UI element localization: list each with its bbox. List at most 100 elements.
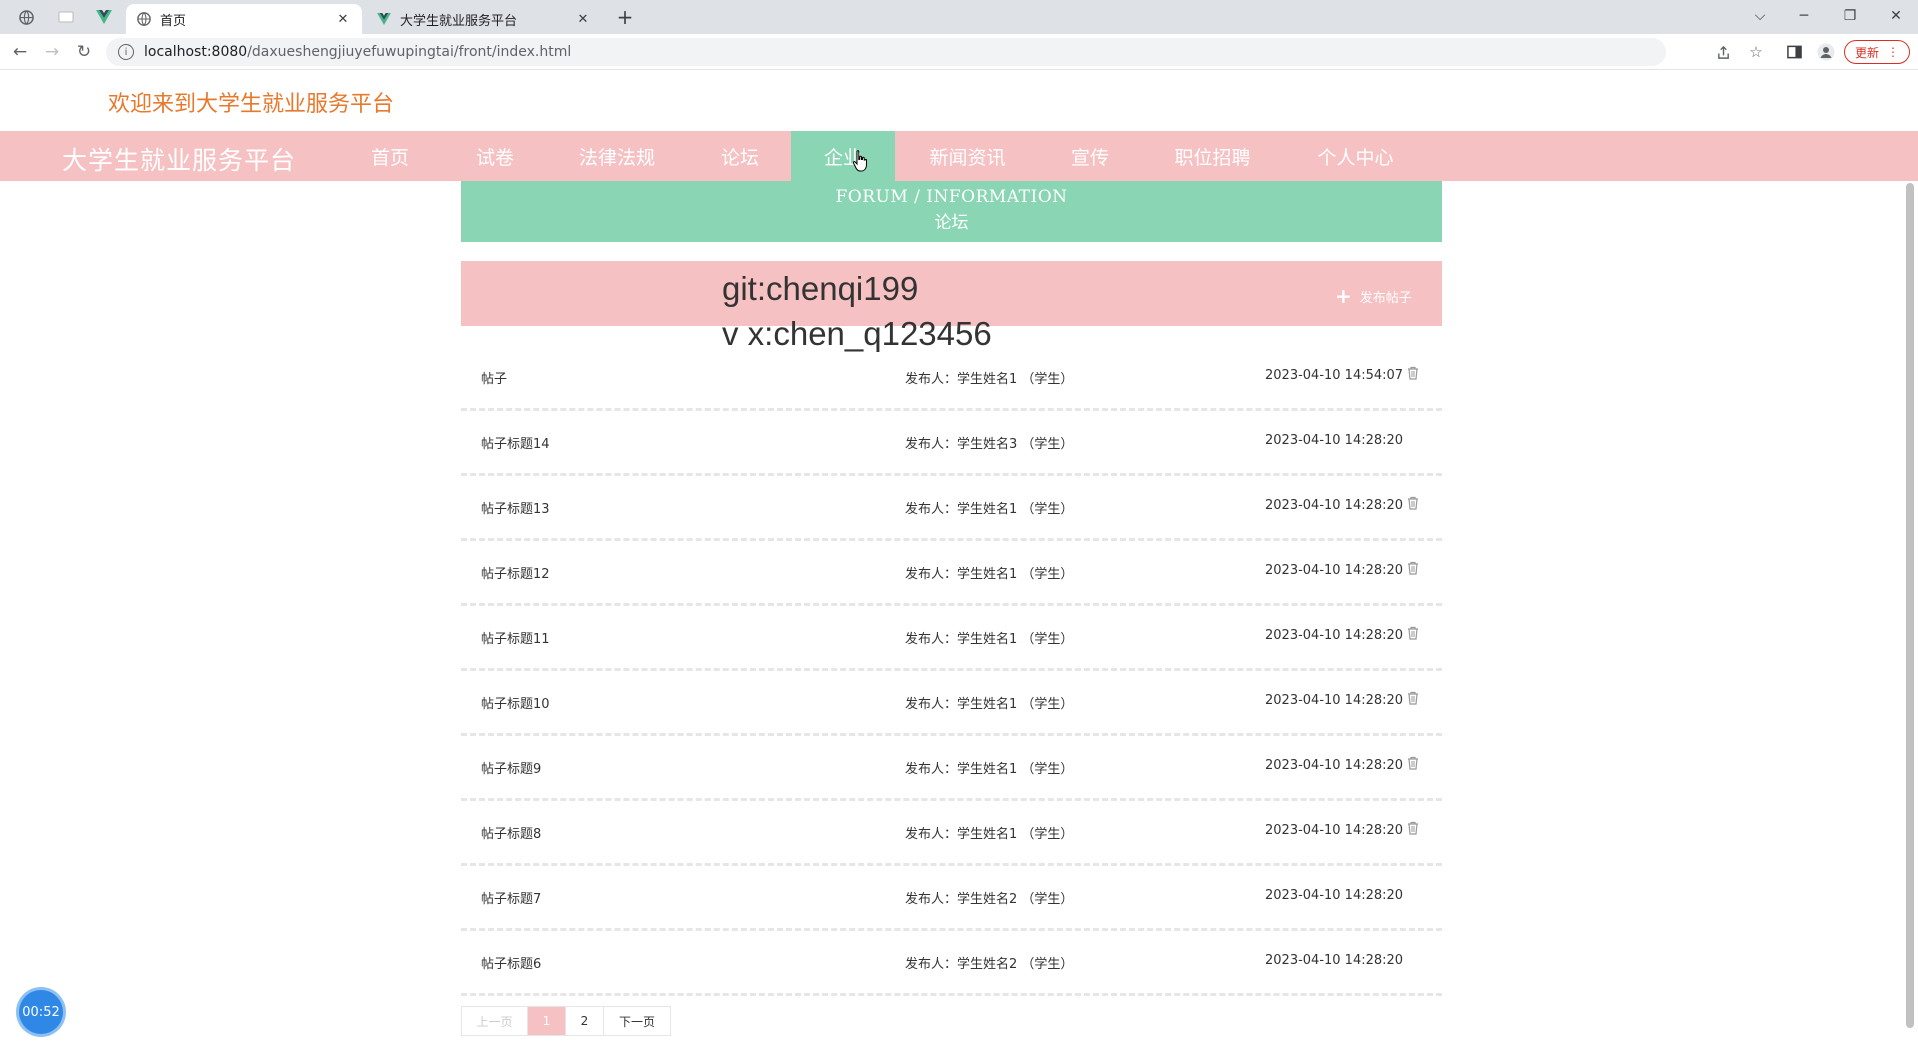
post-time: 2023-04-10 14:54:07 [1265, 368, 1404, 383]
post-time: 2023-04-10 14:28:20 [1265, 693, 1404, 708]
trash-icon[interactable] [1407, 821, 1421, 837]
post-author: 发布人：学生姓名1 （学生） [905, 567, 1074, 582]
post-author: 发布人：学生姓名2 （学生） [905, 957, 1074, 972]
post-author: 发布人：学生姓名1 （学生） [905, 827, 1074, 842]
post-row[interactable]: 帖子标题14 发布人：学生姓名3 （学生） 2023-04-10 14:28:20 [461, 411, 1442, 476]
tab-home[interactable]: 首页 ✕ [126, 4, 362, 34]
page-number-button[interactable]: 1 [528, 1007, 566, 1035]
nav-item-exam[interactable]: 试卷 [445, 131, 545, 181]
post-row[interactable]: 帖子标题7 发布人：学生姓名2 （学生） 2023-04-10 14:28:20 [461, 866, 1442, 931]
side-panel-icon[interactable] [1783, 42, 1805, 62]
post-row[interactable]: 帖子标题8 发布人：学生姓名1 （学生） 2023-04-10 14:28:20 [461, 801, 1442, 866]
tab-platform[interactable]: 大学生就业服务平台 ✕ [366, 4, 602, 34]
post-title[interactable]: 帖子标题13 [481, 498, 550, 517]
post-time: 2023-04-10 14:28:20 [1265, 433, 1404, 448]
post-row[interactable]: 帖子标题10 发布人：学生姓名1 （学生） 2023-04-10 14:28:20 [461, 671, 1442, 736]
post-time: 2023-04-10 14:28:20 [1265, 823, 1404, 838]
post-row[interactable]: 帖子 发布人：学生姓名1 （学生） 2023-04-10 14:54:07 [461, 346, 1442, 411]
tab-title: 大学生就业服务平台 [400, 13, 518, 29]
post-row[interactable]: 帖子标题11 发布人：学生姓名1 （学生） 2023-04-10 14:28:20 [461, 606, 1442, 671]
nav-item-jobs[interactable]: 职位招聘 [1145, 131, 1280, 181]
blank-page-icon[interactable] [52, 6, 80, 28]
back-icon[interactable]: ← [8, 41, 32, 63]
page-scrollbar[interactable] [1905, 181, 1915, 1044]
page-number-button[interactable]: 2 [566, 1007, 604, 1035]
post-title[interactable]: 帖子标题6 [481, 953, 541, 972]
post-row[interactable]: 帖子标题9 发布人：学生姓名1 （学生） 2023-04-10 14:28:20 [461, 736, 1442, 801]
vue-logo-icon [376, 11, 392, 27]
nav-item-forum[interactable]: 论坛 [690, 131, 790, 181]
post-list: 帖子 发布人：学生姓名1 （学生） 2023-04-10 14:54:07 帖子标题1… [461, 346, 1442, 996]
nav-item-home[interactable]: 首页 [340, 131, 440, 181]
restore-button[interactable]: ❐ [1830, 4, 1870, 28]
post-row[interactable]: 帖子标题12 发布人：学生姓名1 （学生） 2023-04-10 14:28:20 [461, 541, 1442, 606]
nav-item-company[interactable]: 企业 [791, 131, 895, 181]
welcome-text: 欢迎来到大学生就业服务平台 [108, 92, 395, 117]
banner-english-title: FORUM / INFORMATION [835, 187, 1068, 207]
new-tab-button[interactable]: + [614, 5, 636, 29]
browser-tab-bar: 首页 ✕ 大学生就业服务平台 ✕ + ⌵ ─ ❐ ✕ [0, 0, 1918, 34]
trash-icon[interactable] [1407, 756, 1421, 772]
post-title[interactable]: 帖子标题12 [481, 563, 550, 582]
nav-item-profile[interactable]: 个人中心 [1288, 131, 1423, 181]
section-banner: FORUM / INFORMATION 论坛 [461, 181, 1442, 242]
forward-icon[interactable]: → [40, 41, 64, 63]
hand-cursor-icon [853, 150, 867, 172]
post-title[interactable]: 帖子标题10 [481, 693, 550, 712]
post-author: 发布人：学生姓名1 （学生） [905, 372, 1074, 387]
post-title[interactable]: 帖子标题9 [481, 758, 541, 777]
trash-icon[interactable] [1407, 366, 1421, 382]
post-author: 发布人：学生姓名1 （学生） [905, 632, 1074, 647]
post-time: 2023-04-10 14:28:20 [1265, 758, 1404, 773]
publish-post-label: 发布帖子 [1359, 290, 1412, 306]
site-info-icon[interactable]: i [118, 44, 134, 60]
nav-item-laws[interactable]: 法律法规 [552, 131, 682, 181]
tab-search-icon[interactable]: ⌵ [1740, 4, 1780, 28]
post-row[interactable]: 帖子标题13 发布人：学生姓名1 （学生） 2023-04-10 14:28:20 [461, 476, 1442, 541]
post-time: 2023-04-10 14:28:20 [1265, 888, 1404, 903]
post-author: 发布人：学生姓名2 （学生） [905, 892, 1074, 907]
globe-icon[interactable] [12, 6, 40, 28]
post-title[interactable]: 帖子 [481, 368, 507, 387]
vue-logo-icon[interactable] [90, 6, 118, 28]
close-icon[interactable]: ✕ [574, 10, 592, 28]
post-title[interactable]: 帖子标题14 [481, 433, 550, 452]
nav-item-promo[interactable]: 宣传 [1040, 131, 1140, 181]
nav-item-news[interactable]: 新闻资讯 [900, 131, 1035, 181]
banner-chinese-title: 论坛 [934, 213, 969, 233]
close-window-button[interactable]: ✕ [1876, 4, 1916, 28]
profile-avatar-icon[interactable] [1815, 42, 1837, 62]
trash-icon[interactable] [1407, 691, 1421, 707]
post-title[interactable]: 帖子标题11 [481, 628, 550, 647]
post-title[interactable]: 帖子标题7 [481, 888, 541, 907]
scrollbar-thumb[interactable] [1906, 183, 1914, 1028]
trash-icon[interactable] [1407, 561, 1421, 577]
share-icon[interactable] [1712, 42, 1734, 62]
watermark-line1: git:chenqi199 [722, 270, 919, 307]
bookmark-star-icon[interactable]: ☆ [1745, 42, 1767, 62]
trash-icon[interactable] [1407, 626, 1421, 642]
trash-icon[interactable] [1407, 496, 1421, 512]
brand-title[interactable]: 大学生就业服务平台 [62, 141, 296, 177]
post-author: 发布人：学生姓名1 （学生） [905, 697, 1074, 712]
next-page-button[interactable]: 下一页 [604, 1007, 670, 1035]
timer-badge: 00:52 [19, 990, 63, 1034]
globe-icon [136, 11, 152, 27]
prev-page-button[interactable]: 上一页 [462, 1007, 528, 1035]
address-bar: ← → ↻ i localhost:8080/daxueshengjiuyefu… [0, 34, 1918, 70]
post-author: 发布人：学生姓名1 （学生） [905, 762, 1074, 777]
plus-icon: + [1335, 284, 1352, 308]
main-nav: 大学生就业服务平台 首页 试卷 法律法规 论坛 企业 新闻资讯 宣传 职位招聘 … [0, 131, 1918, 181]
tab-title: 首页 [160, 13, 187, 29]
reload-icon[interactable]: ↻ [72, 41, 96, 63]
post-time: 2023-04-10 14:28:20 [1265, 498, 1404, 513]
close-icon[interactable]: ✕ [334, 10, 352, 28]
url-field[interactable]: i localhost:8080/daxueshengjiuyefuwuping… [106, 38, 1666, 66]
publish-post-button[interactable]: + 发布帖子 [1335, 284, 1412, 308]
post-row[interactable]: 帖子标题6 发布人：学生姓名2 （学生） 2023-04-10 14:28:20 [461, 931, 1442, 996]
update-button[interactable]: 更新 ⋮ [1844, 40, 1910, 64]
post-time: 2023-04-10 14:28:20 [1265, 628, 1404, 643]
minimize-button[interactable]: ─ [1784, 4, 1824, 28]
post-author: 发布人：学生姓名1 （学生） [905, 502, 1074, 517]
post-title[interactable]: 帖子标题8 [481, 823, 541, 842]
